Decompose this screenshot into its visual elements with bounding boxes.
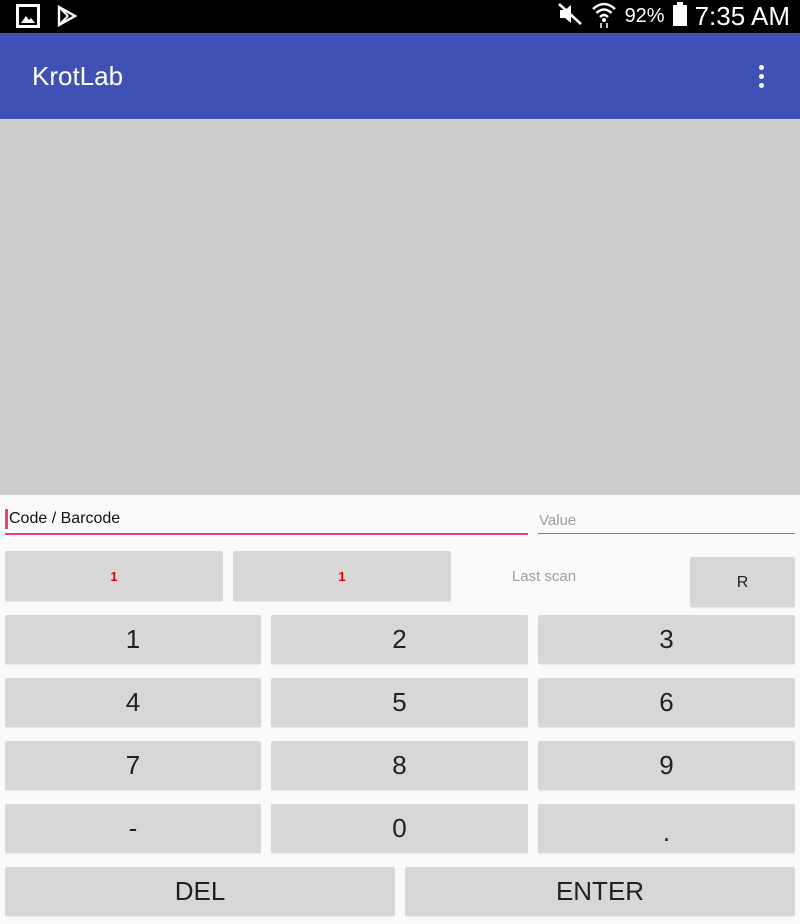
overflow-dot-icon bbox=[758, 73, 764, 79]
key-4[interactable]: 4 bbox=[5, 678, 261, 727]
key-5[interactable]: 5 bbox=[271, 678, 528, 727]
status-bar: 92% 7:35 AM bbox=[0, 0, 800, 33]
status-left bbox=[16, 4, 78, 33]
play-store-icon bbox=[56, 4, 78, 32]
overflow-dot-icon bbox=[758, 64, 764, 70]
key-9-label: 9 bbox=[659, 750, 674, 780]
overflow-dot-icon bbox=[758, 82, 764, 88]
key-8-label: 8 bbox=[392, 750, 407, 780]
value-placeholder: Value bbox=[539, 512, 577, 529]
battery-percentage: 92% bbox=[624, 5, 665, 27]
del-button-label: DEL bbox=[174, 876, 226, 906]
key-6-label: 6 bbox=[659, 687, 674, 717]
key-minus-label: - bbox=[128, 813, 138, 843]
key-7-label: 7 bbox=[125, 750, 141, 780]
key-3[interactable]: 3 bbox=[538, 615, 795, 664]
r-button-label: R bbox=[736, 574, 749, 591]
enter-button[interactable]: ENTER bbox=[405, 867, 795, 916]
counter-label-1: 1 bbox=[110, 568, 118, 584]
mute-icon bbox=[557, 2, 583, 31]
enter-button-label: ENTER bbox=[555, 876, 645, 906]
key-1[interactable]: 1 bbox=[5, 615, 261, 664]
key-4-label: 4 bbox=[125, 687, 141, 717]
clock: 7:35 AM bbox=[694, 1, 790, 31]
counter-label-2: 1 bbox=[338, 568, 346, 584]
last-scan-label: Last scan bbox=[511, 568, 577, 585]
del-button[interactable]: DEL bbox=[5, 867, 395, 916]
key-2-label: 2 bbox=[392, 624, 407, 654]
key-2[interactable]: 2 bbox=[271, 615, 528, 664]
gallery-icon bbox=[16, 4, 40, 33]
key-0-label: 0 bbox=[392, 813, 407, 843]
key-minus[interactable]: - bbox=[5, 804, 261, 853]
key-8[interactable]: 8 bbox=[271, 741, 528, 790]
key-7[interactable]: 7 bbox=[5, 741, 261, 790]
app-title: KrotLab bbox=[32, 61, 124, 91]
code-barcode-text: Code / Barcode bbox=[9, 510, 121, 527]
app-bar: KrotLab bbox=[0, 33, 800, 119]
key-9[interactable]: 9 bbox=[538, 741, 795, 790]
key-0[interactable]: 0 bbox=[271, 804, 528, 853]
key-6[interactable]: 6 bbox=[538, 678, 795, 727]
counter-button-1[interactable]: 1 bbox=[5, 551, 223, 601]
key-dot-label: . bbox=[662, 817, 671, 847]
scanner-preview[interactable] bbox=[0, 119, 800, 495]
code-barcode-input[interactable]: Code / Barcode bbox=[5, 505, 528, 535]
text-cursor bbox=[5, 509, 8, 529]
wifi-icon bbox=[591, 0, 617, 33]
key-1-label: 1 bbox=[125, 624, 141, 654]
r-button[interactable]: R bbox=[690, 557, 795, 607]
overflow-menu-button[interactable] bbox=[746, 58, 776, 94]
key-dot[interactable]: . bbox=[538, 804, 795, 853]
key-5-label: 5 bbox=[392, 687, 407, 717]
status-right: 92% 7:35 AM bbox=[557, 0, 790, 33]
value-input[interactable]: Value bbox=[538, 505, 795, 534]
battery-icon bbox=[672, 2, 687, 31]
key-3-label: 3 bbox=[659, 624, 674, 654]
counter-button-2[interactable]: 1 bbox=[233, 551, 451, 601]
